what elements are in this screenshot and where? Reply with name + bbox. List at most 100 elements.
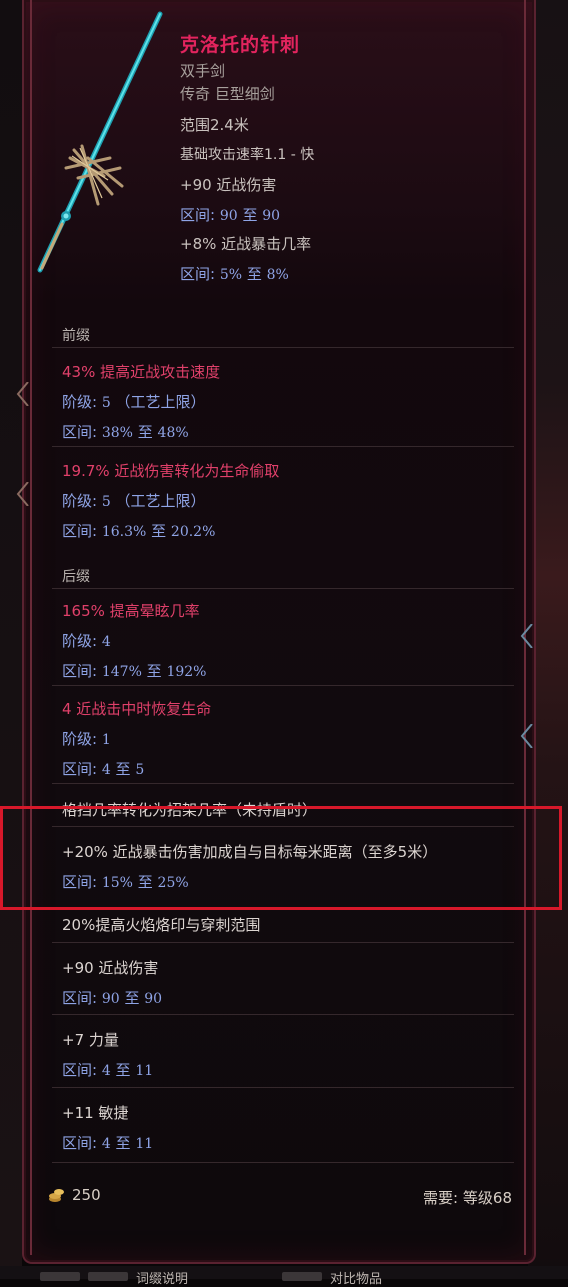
range-sep: 至 [137,423,153,441]
unique-mod-range: 区间: 90 至 90 [62,989,163,1007]
implicit-range: 区间: 90 至 90 [180,206,281,224]
req-level: 68 [492,1189,512,1207]
unique-mod-line: +90 近战伤害 [62,959,159,977]
divider [52,1014,514,1015]
range-sep: 至 [124,989,140,1007]
gold-amount: 250 [72,1186,101,1204]
range-label: 区间 [180,206,211,224]
tier-value: 1 [101,732,111,748]
range-max: 192% [166,664,207,680]
gold-value: 250 [48,1186,101,1204]
frame-ornament-icon [16,482,29,506]
prefix-affix-line: 43% 提高近战攻击速度 [62,363,221,381]
range-label: 区间 [62,662,93,680]
suffix-affix-range: 区间: 147% 至 192% [62,662,207,680]
hint-affix-desc: 词缀说明 [136,1272,189,1287]
tier-value: 5 [101,494,111,510]
item-name: 克洛托的针刺 [180,34,301,56]
suffix-affix-tier: 阶级: 4 [62,632,111,650]
divider [52,588,514,589]
key-icon [40,1272,80,1281]
range-label: 区间 [62,989,93,1007]
range-min: 90 [101,991,120,1007]
range-min: 16.3% [101,524,147,540]
range-sep: 至 [151,522,167,540]
implicit-range: 区间: 5% 至 8% [180,265,289,283]
range-min: 4 [101,762,111,778]
suffix-affix-line: 4 近战击中时恢复生命 [62,700,212,718]
hint-compare: 对比物品 [330,1272,383,1287]
suffix-affix-line: 165% 提高晕眩几率 [62,602,200,620]
unique-mod-range: 区间: 4 至 11 [62,1134,154,1152]
unique-mod-range: 区间: 4 至 11 [62,1061,154,1079]
suffix-affix-range: 区间: 4 至 5 [62,760,145,778]
range-label: 区间 [62,760,93,778]
gold-coin-icon [49,1189,64,1202]
tier-note: （工艺上限） [115,393,206,411]
range-max: 90 [262,208,281,224]
range-max: 11 [135,1063,154,1079]
range-min: 38% [101,425,133,441]
tier-label: 阶级 [62,730,93,748]
prefix-affix-range: 区间: 38% 至 48% [62,423,189,441]
frame-ornament-icon [520,624,533,648]
req-value: 等级 [462,1189,493,1207]
divider [52,446,514,447]
prefix-affix-tier: 阶级: 5 （工艺上限） [62,393,206,411]
tier-label: 阶级 [62,632,93,650]
prefix-affix-tier: 阶级: 5 （工艺上限） [62,492,206,510]
range-sep: 至 [146,662,162,680]
range-max: 8% [266,267,289,283]
range-label: 区间 [180,265,211,283]
tier-note: （工艺上限） [115,492,206,510]
tier-value: 5 [101,395,111,411]
unique-mod-line: +11 敏捷 [62,1104,129,1122]
range-max: 90 [144,991,163,1007]
divider [52,347,514,348]
range-label: 区间 [62,1061,93,1079]
range-sep: 至 [115,760,131,778]
range-max: 20.2% [170,524,216,540]
divider [52,783,514,784]
prefix-affix-line: 19.7% 近战伤害转化为生命偷取 [62,462,280,480]
unique-mod-line: 20%提高火焰烙印与穿刺范围 [62,916,261,934]
range-label: 区间 [62,522,93,540]
range-max: 11 [135,1136,154,1152]
item-rarity-class: 传奇 巨型细剑 [180,85,275,103]
unique-mod-line: +7 力量 [62,1031,119,1049]
tier-label: 阶级 [62,492,93,510]
range-label: 区间 [62,423,93,441]
range-min: 5% [219,267,243,283]
req-label: 需要: [423,1189,459,1207]
range-min: 4 [101,1136,111,1152]
implicit-line: +8% 近战暴击几率 [180,235,312,253]
divider [52,1162,514,1163]
prefix-header: 前缀 [62,328,90,344]
background-left [0,0,22,1279]
divider [52,685,514,686]
item-base-type: 双手剑 [180,62,226,80]
suffix-affix-tier: 阶级: 1 [62,730,111,748]
range-label: 区间 [62,1134,93,1152]
tier-label: 阶级 [62,393,93,411]
item-range: 范围2.4米 [180,116,249,134]
implicit-line: +90 近战伤害 [180,176,277,194]
weapon-icon [37,11,163,273]
range-min: 4 [101,1063,111,1079]
range-min: 147% [101,664,142,680]
highlight-box [0,806,562,910]
frame-ornament-icon [16,382,29,406]
range-sep: 至 [115,1061,131,1079]
range-max: 48% [157,425,189,441]
prefix-affix-range: 区间: 16.3% 至 20.2% [62,522,216,540]
divider [52,942,514,943]
key-icon [282,1272,322,1281]
range-min: 90 [219,208,238,224]
range-max: 5 [135,762,145,778]
divider [52,1087,514,1088]
item-attack-rate: 基础攻击速率1.1 - 快 [180,147,315,163]
range-sep: 至 [115,1134,131,1152]
tier-value: 4 [101,634,111,650]
range-sep: 至 [246,265,262,283]
range-sep: 至 [242,206,258,224]
